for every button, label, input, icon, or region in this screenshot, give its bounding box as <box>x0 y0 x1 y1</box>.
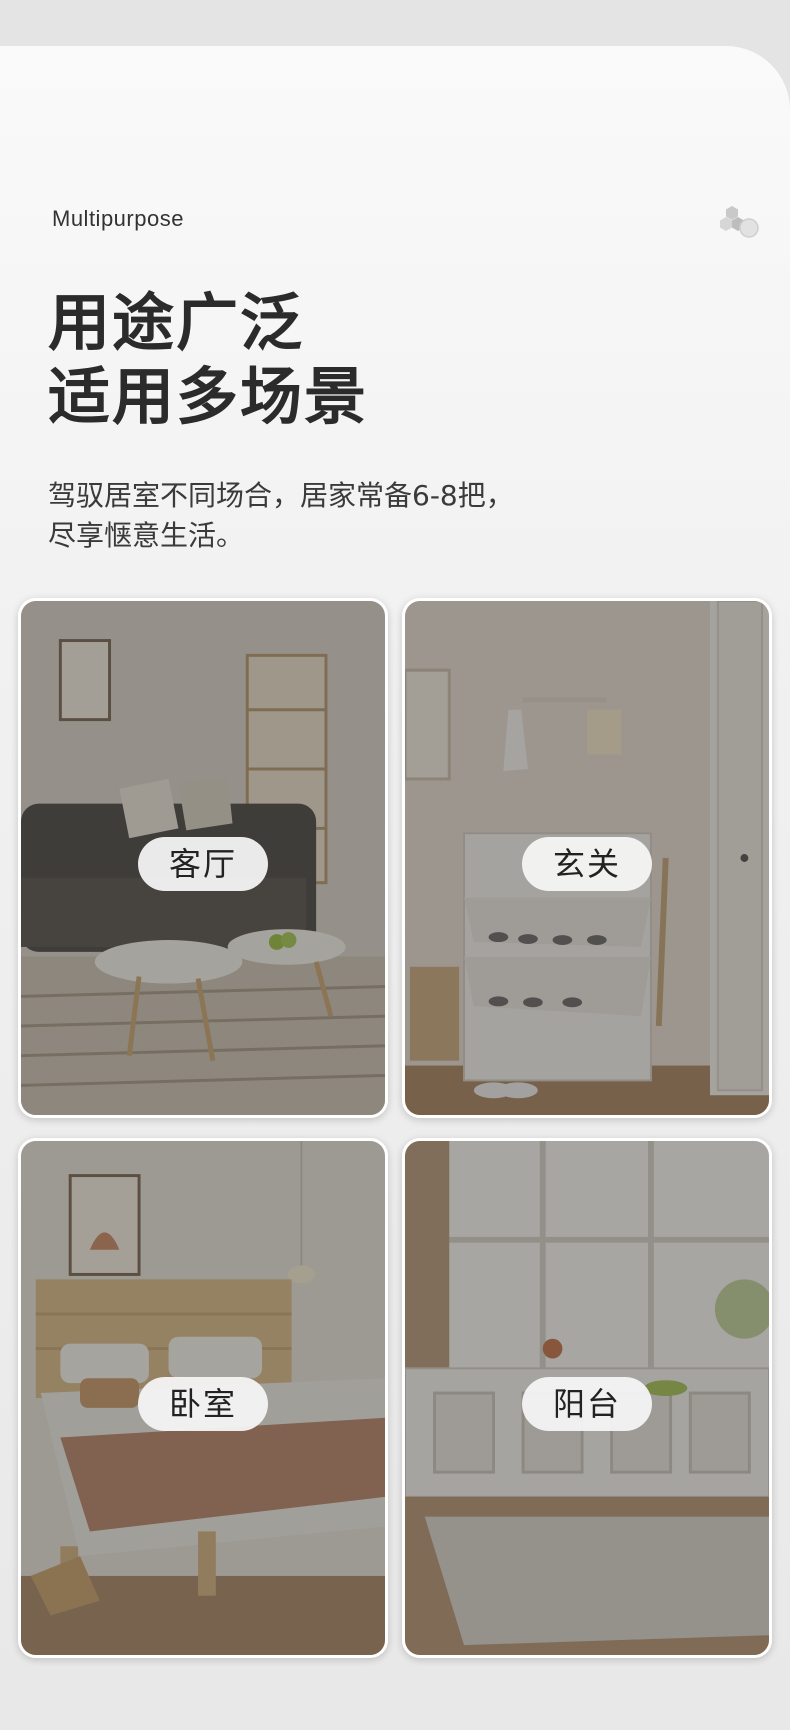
scene-tile-entryway[interactable]: 玄关 <box>402 598 772 1118</box>
hexagon-cluster-icon <box>720 206 759 238</box>
scene-label-bedroom: 卧室 <box>138 1377 268 1431</box>
scene-tile-living-room[interactable]: 客厅 <box>18 598 388 1118</box>
scene-label-balcony: 阳台 <box>522 1377 652 1431</box>
title-line-1: 用途广泛 <box>48 286 305 359</box>
scene-label-entryway: 玄关 <box>522 837 652 891</box>
description: 驾驭居室不同场合，居家常备6-8把， 尽享惬意生活。 <box>48 476 514 556</box>
scene-tile-bedroom[interactable]: 卧室 <box>18 1138 388 1658</box>
english-subtitle: Multipurpose <box>52 206 184 231</box>
page-title: 用途广泛 适用多场景 <box>48 286 368 434</box>
description-line-2: 尽享惬意生活。 <box>48 519 245 552</box>
scene-label-living-room: 客厅 <box>138 837 268 891</box>
description-line-1: 驾驭居室不同场合，居家常备6-8把， <box>48 479 514 512</box>
scene-tile-balcony[interactable]: 阳台 <box>402 1138 772 1658</box>
title-line-2: 适用多场景 <box>48 360 369 433</box>
